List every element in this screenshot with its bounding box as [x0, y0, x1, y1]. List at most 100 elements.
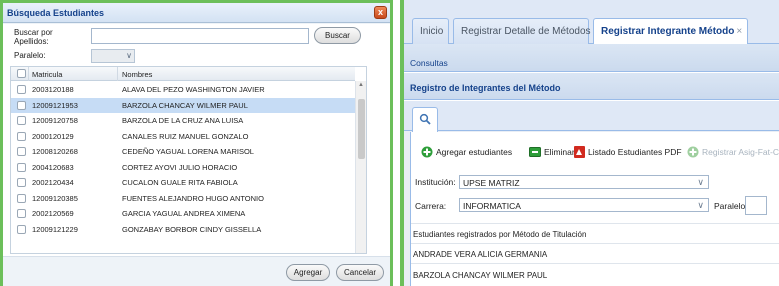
- chevron-down-icon: ∨: [126, 51, 132, 60]
- divider: [411, 243, 779, 244]
- row-checkbox[interactable]: [17, 162, 26, 172]
- grid-header: Matricula Nombres: [11, 67, 355, 81]
- cell-nombre: FUENTES ALEJANDRO HUGO ANTONIO: [122, 193, 264, 203]
- cell-matricula: 2002120569: [32, 209, 74, 218]
- cell-matricula: 2004120683: [32, 162, 74, 172]
- tab-registrar-detalle-metodos[interactable]: Registrar Detalle de Métodos×: [453, 18, 598, 44]
- section-title: Registro de Integrantes del Método: [410, 83, 561, 93]
- tab-label: Registrar Integrante Método: [601, 26, 735, 37]
- institucion-label: Institución:: [415, 177, 456, 187]
- table-row[interactable]: 2002120434 CUCALON GUALE RITA FABIOLA: [11, 175, 355, 190]
- column-header-nombres[interactable]: Nombres: [122, 70, 152, 79]
- table-row[interactable]: 12009120758 BARZOLA DE LA CRUZ ANA LUISA: [11, 113, 355, 128]
- dialog-close-button[interactable]: x: [374, 6, 387, 19]
- registered-student-row[interactable]: BARZOLA CHANCAY WILMER PAUL: [413, 271, 547, 280]
- tab-registrar-integrante-metodo[interactable]: Registrar Integrante Método ×: [593, 18, 748, 45]
- cell-matricula: 12009121229: [32, 224, 78, 234]
- paralelo-label: Paralelo:: [14, 51, 46, 60]
- row-checkbox[interactable]: [17, 100, 26, 110]
- divider: [411, 223, 779, 224]
- cell-matricula: 12009121953: [32, 100, 78, 110]
- row-checkbox[interactable]: [17, 85, 26, 94]
- add-icon: [421, 146, 433, 158]
- eliminar-button[interactable]: Eliminar: [529, 146, 575, 160]
- magnifier-icon: [419, 113, 431, 125]
- tab-inicio[interactable]: Inicio: [412, 18, 449, 44]
- registrar-asignacion-button[interactable]: Registrar Asig-Fat-Ca: [687, 146, 779, 160]
- cell-matricula: 2003120188: [32, 85, 74, 94]
- dialog-title-bar[interactable]: Búsqueda Estudiantes x: [3, 3, 390, 23]
- row-checkbox[interactable]: [17, 178, 26, 187]
- consultas-label[interactable]: Consultas: [410, 58, 448, 68]
- select-all-checkbox[interactable]: [17, 69, 26, 78]
- listado-pdf-label: Listado Estudiantes PDF: [588, 147, 682, 157]
- table-row[interactable]: 12009121953 BARZOLA CHANCAY WILMER PAUL: [11, 97, 355, 113]
- scroll-up-icon[interactable]: ▲: [358, 82, 364, 88]
- search-button[interactable]: Buscar: [314, 27, 361, 44]
- carrera-combo[interactable]: INFORMATICA ∨: [459, 198, 709, 212]
- carrera-value: INFORMATICA: [463, 201, 521, 211]
- students-grid: Matricula Nombres 2003120188 ALAVA DEL PE…: [10, 66, 367, 254]
- add-icon: [687, 146, 699, 158]
- inner-tab-bar: [404, 101, 779, 132]
- cell-matricula: 12008120268: [32, 147, 78, 156]
- cell-nombre: CUCALON GUALE RITA FABIOLA: [122, 178, 238, 187]
- agregar-button[interactable]: Agregar: [286, 264, 330, 281]
- table-row[interactable]: 2004120683 CORTEZ AYOVI JULIO HORACIO: [11, 160, 355, 175]
- form-area: Agregar estudiantes Eliminar Listado Est…: [410, 132, 779, 286]
- grid-scrollbar[interactable]: ▲: [355, 81, 366, 253]
- registered-header: Estudiantes registrados por Método de Ti…: [413, 230, 587, 239]
- dialog-body: Buscar por Apellidos: Buscar Paralelo: ∨…: [3, 24, 390, 286]
- listado-pdf-button[interactable]: Listado Estudiantes PDF: [574, 146, 682, 160]
- column-separator: [28, 67, 29, 81]
- table-row[interactable]: 12009120385 FUENTES ALEJANDRO HUGO ANTONI…: [11, 191, 355, 206]
- cancelar-button[interactable]: Cancelar: [336, 264, 384, 281]
- eliminar-label: Eliminar: [544, 146, 575, 157]
- row-checkbox[interactable]: [17, 116, 26, 125]
- cell-nombre: GONZABAY BORBOR CINDY GISSELLA: [122, 224, 262, 234]
- scrollbar-thumb[interactable]: [358, 99, 365, 159]
- cell-matricula: 12009120758: [32, 116, 78, 125]
- cell-matricula: 12009120385: [32, 193, 78, 203]
- row-checkbox[interactable]: [17, 224, 26, 234]
- cell-nombre: BARZOLA DE LA CRUZ ANA LUISA: [122, 116, 244, 125]
- table-row[interactable]: 2000120129 CANALES RUIZ MANUEL GONZALO: [11, 129, 355, 144]
- delete-icon: [529, 146, 541, 157]
- tab-bar: Inicio Registrar Detalle de Métodos× Reg…: [404, 0, 779, 45]
- cell-nombre: ALAVA DEL PEZO WASHINGTON JAVIER: [122, 85, 265, 94]
- registered-student-row[interactable]: ANDRADE VERA ALICIA GERMANIA: [413, 250, 547, 259]
- busqueda-estudiantes-dialog: Búsqueda Estudiantes x Buscar por Apelli…: [0, 0, 393, 286]
- panel-body: Agregar estudiantes Eliminar Listado Est…: [404, 101, 779, 286]
- paralelo-combo[interactable]: ∨: [91, 49, 135, 63]
- chevron-down-icon: ∨: [697, 200, 704, 210]
- paralelo-form-label: Paralelo:: [714, 201, 748, 211]
- carrera-label: Carrera:: [415, 201, 447, 211]
- pdf-icon: [574, 146, 585, 158]
- table-row[interactable]: 2002120569 GARCIA YAGUAL ANDREA XIMENA: [11, 206, 355, 221]
- institucion-value: UPSE MATRIZ: [463, 178, 520, 188]
- divider: [411, 263, 779, 264]
- chevron-down-icon: ∨: [697, 177, 704, 187]
- table-row[interactable]: 12009121229 GONZABAY BORBOR CINDY GISSELL…: [11, 222, 355, 237]
- paralelo-input[interactable]: [745, 196, 767, 215]
- column-header-matricula[interactable]: Matricula: [32, 70, 62, 79]
- tab-label: Registrar Detalle de Métodos: [461, 26, 591, 37]
- institucion-combo[interactable]: UPSE MATRIZ ∨: [459, 175, 709, 189]
- cell-nombre: BARZOLA CHANCAY WILMER PAUL: [122, 100, 248, 110]
- dialog-footer: Agregar Cancelar: [3, 256, 390, 286]
- cell-matricula: 2000120129: [32, 131, 74, 141]
- agregar-estudiantes-label: Agregar estudiantes: [436, 147, 513, 157]
- agregar-estudiantes-button[interactable]: Agregar estudiantes: [421, 146, 512, 160]
- table-row[interactable]: 2003120188 ALAVA DEL PEZO WASHINGTON JAVI…: [11, 82, 355, 97]
- row-checkbox[interactable]: [17, 193, 26, 203]
- tab-search[interactable]: [412, 107, 438, 132]
- row-checkbox[interactable]: [17, 209, 26, 218]
- tab-close-icon[interactable]: ×: [736, 26, 742, 37]
- main-panel: Inicio Registrar Detalle de Métodos× Reg…: [400, 0, 779, 286]
- table-row[interactable]: 12008120268 CEDEÑO YAGUAL LORENA MARISOL: [11, 144, 355, 159]
- registrar-asignacion-label: Registrar Asig-Fat-Ca: [702, 147, 779, 157]
- consultas-bar: Consultas: [404, 44, 779, 72]
- search-input[interactable]: [91, 28, 309, 44]
- row-checkbox[interactable]: [17, 147, 26, 156]
- row-checkbox[interactable]: [17, 131, 26, 141]
